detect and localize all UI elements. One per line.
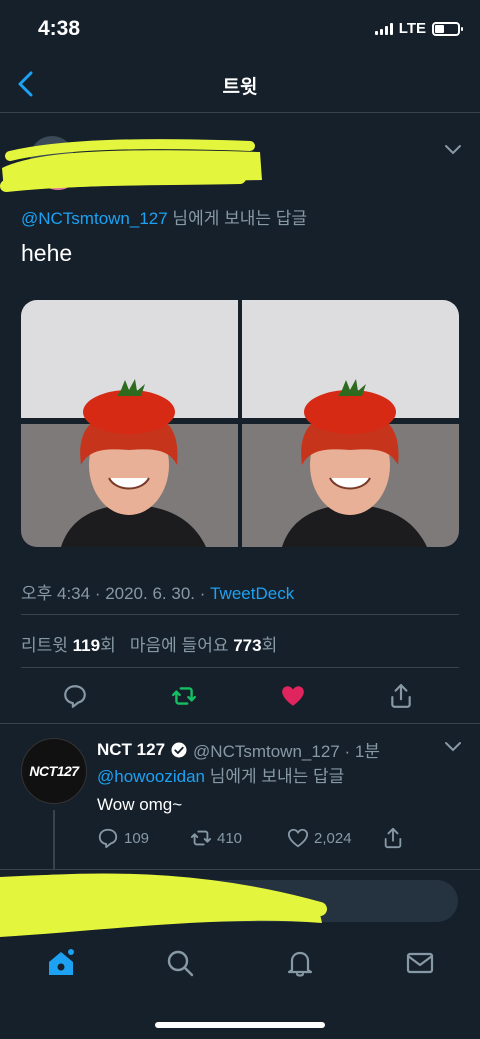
reply-header: NCT 127 @NCTsmtown_127 · 1분 [97,737,380,762]
likes-stat[interactable]: 마음에 들어요 773회 [130,636,277,655]
avatar-logo-text: NCT127 [29,763,79,779]
reply-to-handle-link[interactable]: @howoozidan [97,767,205,786]
share-icon [384,827,402,849]
chevron-down-icon[interactable] [444,144,462,156]
like-action[interactable]: 2,024 [287,827,352,849]
search-icon[interactable] [165,948,195,978]
reply-text: Wow omg~ [97,795,183,814]
tomato-face-illustration [282,379,427,547]
tweet-media-image[interactable] [21,300,459,547]
author-name[interactable]: NCT 127 [97,740,165,760]
reply-to-suffix: 님에게 보내는 답글 [205,767,345,786]
retweets-label: 리트윗 [21,636,73,655]
retweet-icon[interactable] [171,683,197,709]
status-indicators: LTE [374,20,463,37]
tomato-face-illustration [61,379,206,547]
retweets-stat[interactable]: 리트윗 119회 [21,636,116,655]
thread-connector [53,810,55,870]
reply-action[interactable]: 109 [97,827,149,849]
divider [21,667,459,668]
retweet-count: 410 [217,829,243,847]
bell-icon[interactable] [285,948,315,978]
redaction-scribble [0,136,262,192]
reply-count: 109 [124,829,150,847]
likes-label: 마음에 들어요 [129,636,234,655]
reply-context: @howoozidan 님에게 보내는 답글 [97,762,344,787]
heart-icon [287,828,309,848]
home-indicator [155,1022,325,1028]
avatar[interactable]: NCT127 [21,738,87,804]
share-icon[interactable] [388,683,414,709]
retweets-count: 119 [72,636,101,655]
tweet-stats: 리트윗 119회 마음에 들어요 773회 [21,631,277,656]
like-count: 2,024 [314,829,352,847]
author-handle-time: @NCTsmtown_127 · 1분 [193,742,380,761]
heart-icon[interactable] [280,683,306,709]
header-divider [0,112,480,113]
reply-icon[interactable] [62,683,88,709]
retweet-action[interactable]: 410 [190,827,242,849]
media-tile-right [242,300,459,547]
battery-icon [432,21,463,36]
tweet-text: hehe [21,240,73,266]
tweet-meta: 오후 4:34 · 2020. 6. 30. · TweetDeck [21,579,294,604]
divider [0,723,480,724]
reply-context: @NCTsmtown_127 님에게 보내는 답글 [21,204,307,229]
tweet-timestamp: 오후 4:34 · 2020. 6. 30. · [21,584,211,603]
retweet-icon [190,830,212,846]
reply-to-handle-link[interactable]: @NCTsmtown_127 [21,209,168,228]
tweet-source-link[interactable]: TweetDeck [210,584,294,603]
likes-count: 773 [233,636,262,655]
likes-unit: 회 [261,636,278,655]
status-time: 4:38 [38,17,81,40]
signal-icon [374,22,393,35]
verified-icon [171,742,187,757]
page-title: 트윗 [222,77,258,98]
divider [21,614,459,615]
redaction-scribble [0,873,327,937]
network-label: LTE [398,20,426,37]
share-action[interactable] [382,827,404,849]
mail-icon[interactable] [405,948,435,978]
retweets-unit: 회 [100,636,116,655]
reply-icon [98,828,118,849]
reply-to-suffix: 님에게 보내는 답글 [167,209,307,228]
chevron-down-icon[interactable] [444,741,462,753]
media-tile-left [21,300,238,547]
home-icon[interactable] [46,948,76,978]
